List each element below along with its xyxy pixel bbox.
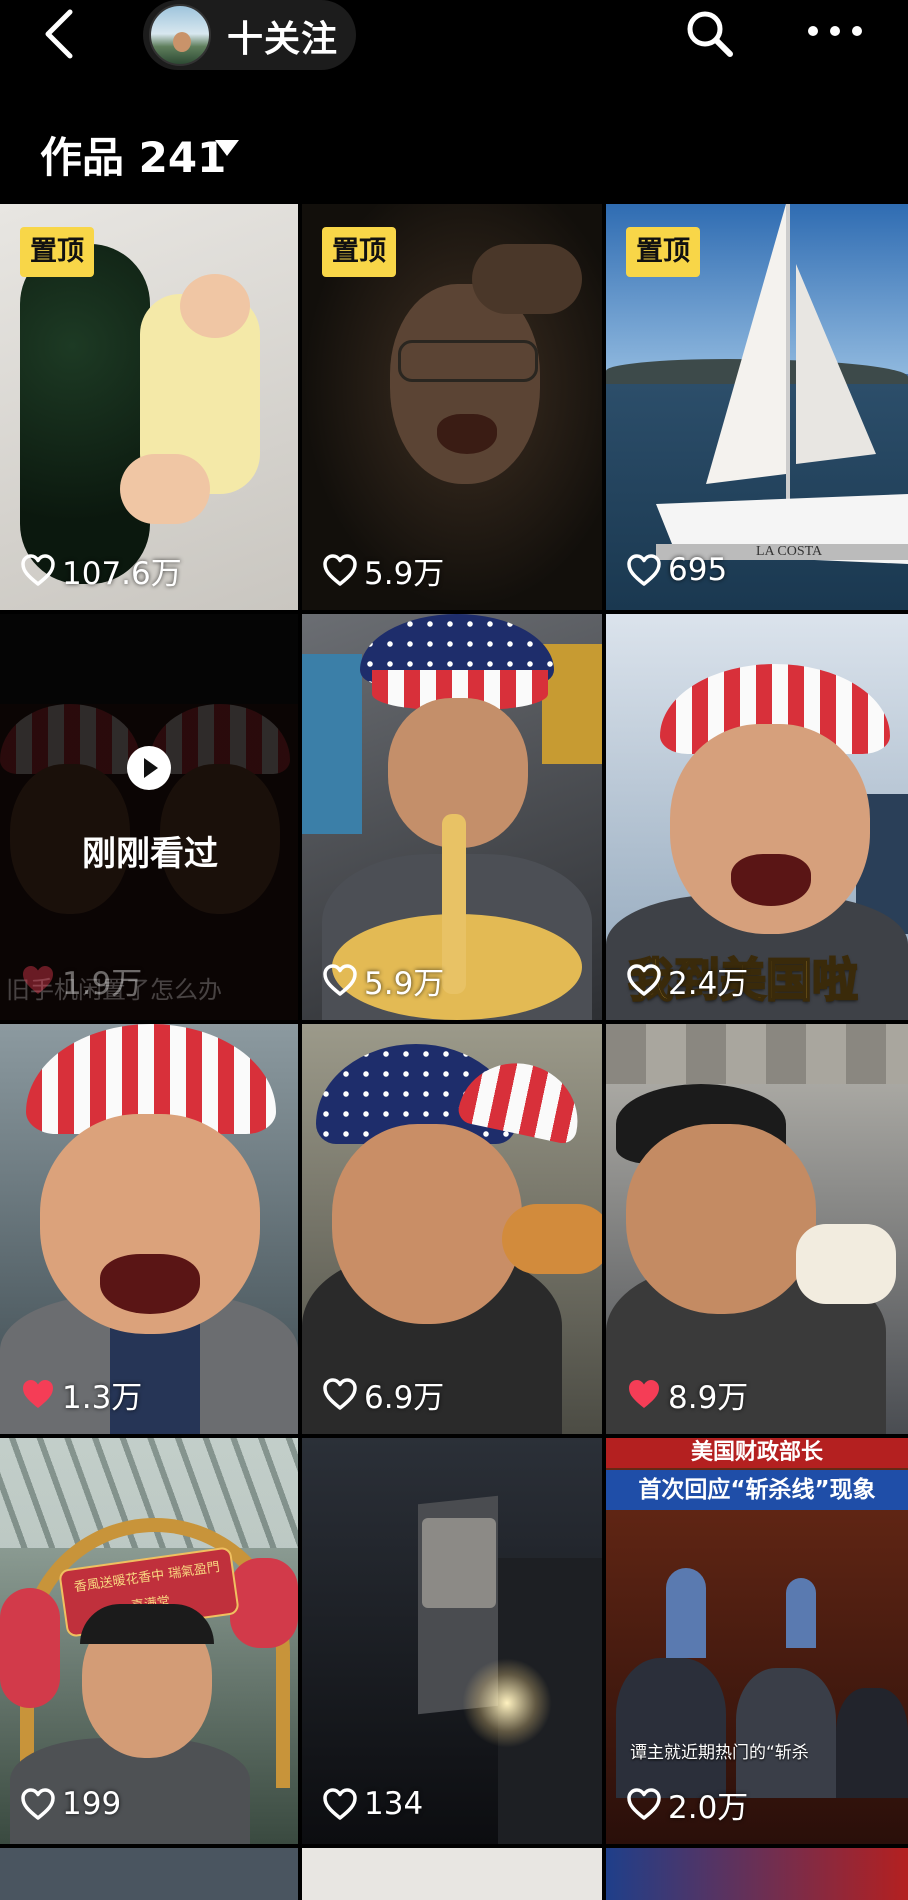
- follow-button-label[interactable]: 十关注: [227, 10, 338, 62]
- like-count: 2.0万: [626, 1784, 749, 1826]
- heart-outline-icon: [323, 964, 357, 996]
- like-count: 1.3万: [20, 1374, 143, 1416]
- pinned-badge: 置顶: [20, 227, 94, 277]
- search-button[interactable]: [684, 8, 736, 60]
- like-count: 1.9万: [20, 960, 143, 1002]
- like-count: 5.9万: [322, 960, 445, 1002]
- like-count: 6.9万: [322, 1374, 445, 1416]
- like-count-value: 5.9万: [364, 965, 445, 1002]
- like-count-value: 1.3万: [62, 1379, 143, 1416]
- like-count-value: 107.6万: [62, 555, 182, 592]
- like-count-value: 2.0万: [668, 1789, 749, 1826]
- like-count: 5.9万: [322, 550, 445, 592]
- news-headline-top: 美国财政部长: [606, 1438, 908, 1468]
- avatar[interactable]: [149, 4, 211, 66]
- video-tile-partial[interactable]: [606, 1848, 908, 1900]
- play-circle-icon: [127, 746, 171, 790]
- like-count-value: 8.9万: [668, 1379, 749, 1416]
- heart-outline-icon: [21, 554, 55, 586]
- pinned-badge: 置顶: [322, 227, 396, 277]
- top-bar: 十关注: [0, 0, 908, 70]
- video-tile[interactable]: 8.9万: [606, 1024, 908, 1434]
- like-count-value: 1.9万: [62, 965, 143, 1002]
- video-tile[interactable]: 134: [302, 1438, 602, 1844]
- search-icon: [687, 11, 733, 57]
- like-count: 134: [322, 1784, 423, 1824]
- like-count: 8.9万: [626, 1374, 749, 1416]
- boat-name-label: LA COSTA: [756, 544, 823, 559]
- pinned-badge: 置顶: [626, 227, 700, 277]
- like-count-value: 695: [668, 552, 728, 588]
- back-chevron-icon: [45, 9, 73, 59]
- like-count-value: 5.9万: [364, 555, 445, 592]
- heart-outline-icon: [323, 1378, 357, 1410]
- heart-filled-icon: [629, 1380, 659, 1408]
- like-count: 107.6万: [20, 550, 182, 592]
- video-tile-partial[interactable]: [302, 1848, 602, 1900]
- heart-outline-icon: [627, 1788, 661, 1820]
- like-count: 2.4万: [626, 960, 749, 1002]
- more-dots-icon: [808, 26, 862, 36]
- news-headline-bottom: 首次回应“斩杀线”现象: [606, 1470, 908, 1510]
- heart-outline-icon: [627, 554, 661, 586]
- video-tile-recently-watched[interactable]: 刚刚看过 旧手机闲置了怎么办 1.9万: [0, 614, 298, 1020]
- caret-down-icon[interactable]: [214, 139, 240, 157]
- back-button[interactable]: [40, 6, 80, 62]
- video-tile[interactable]: 6.9万: [302, 1024, 602, 1434]
- like-count: 695: [626, 550, 727, 590]
- video-tile[interactable]: LA COSTA 置顶 695: [606, 204, 908, 610]
- video-tile[interactable]: 置顶 5.9万: [302, 204, 602, 610]
- like-count-value: 6.9万: [364, 1379, 445, 1416]
- works-header: 作品 241: [0, 70, 908, 201]
- video-tile[interactable]: 置顶 107.6万: [0, 204, 298, 610]
- more-button[interactable]: [806, 18, 864, 44]
- heart-outline-icon: [323, 1788, 357, 1820]
- video-tile[interactable]: 美国财政部长 首次回应“斩杀线”现象 谭主就近期热门的“斩杀 2.0万: [606, 1438, 908, 1844]
- video-tile[interactable]: 香風送暖花香中 瑞氣盈門喜满堂 199: [0, 1438, 298, 1844]
- recently-watched-label: 刚刚看过: [82, 834, 218, 874]
- like-count-value: 2.4万: [668, 965, 749, 1002]
- video-tile-partial[interactable]: [0, 1848, 298, 1900]
- video-tile[interactable]: 5.9万: [302, 614, 602, 1020]
- heart-filled-icon: [23, 1380, 53, 1408]
- video-tile[interactable]: 1.3万: [0, 1024, 298, 1434]
- heart-filled-icon: [23, 966, 53, 994]
- profile-follow-pill[interactable]: 十关注: [143, 0, 356, 70]
- like-count-value: 134: [364, 1786, 424, 1822]
- heart-outline-icon: [21, 1788, 55, 1820]
- like-count: 199: [20, 1784, 121, 1824]
- heart-outline-icon: [323, 554, 357, 586]
- heart-outline-icon: [627, 964, 661, 996]
- video-tile[interactable]: 我到美国啦 2.4万: [606, 614, 908, 1020]
- news-subtitle: 谭主就近期热门的“斩杀: [630, 1743, 809, 1763]
- like-count-value: 199: [62, 1786, 122, 1822]
- works-count-title[interactable]: 作品 241: [40, 124, 226, 185]
